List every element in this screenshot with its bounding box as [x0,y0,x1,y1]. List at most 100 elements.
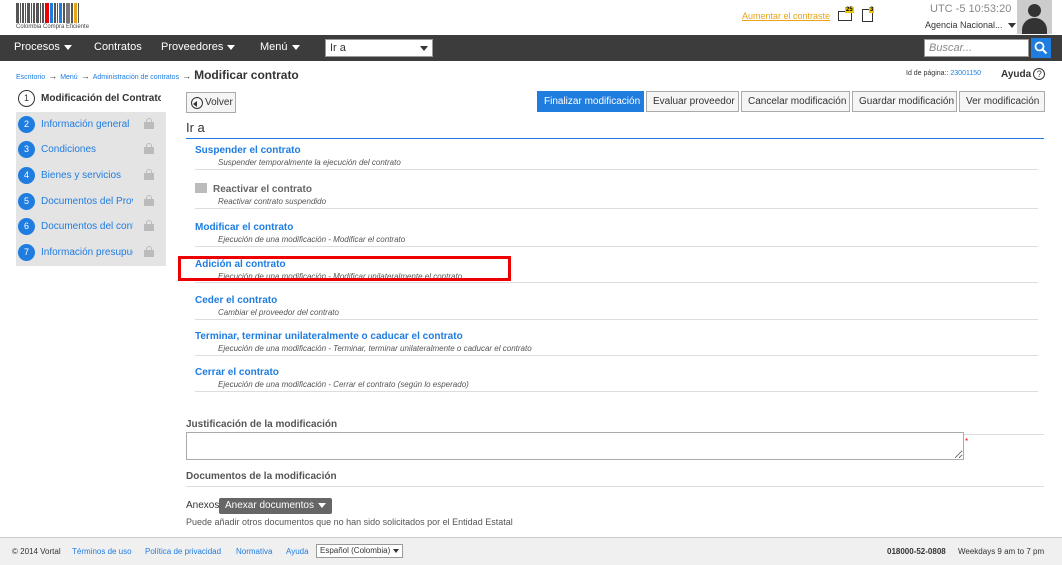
action-modify[interactable]: Modificar el contrato Ejecución de una m… [195,222,1038,247]
attach-documents-button[interactable]: Anexar documentos [219,498,332,514]
tasks-notification[interactable]: 3 [862,7,878,23]
step-number: 1 [18,90,35,107]
documents-label: Documentos de la modificación [186,471,1044,487]
breadcrumb-admin-contratos[interactable]: Administración de contratos [93,74,179,81]
search-icon [1034,41,1048,55]
tasks-count: 3 [869,7,875,13]
step-label: Condiciones [41,144,97,156]
messages-notification[interactable]: 25 [838,7,854,23]
privacy-link[interactable]: Política de privacidad [145,547,221,556]
top-bar: Colombia Compra Eficiente Aumentar el co… [0,0,1062,35]
action-description: Suspender temporalmente la ejecución del… [218,158,401,167]
evaluate-provider-button[interactable]: Evaluar proveedor [646,91,739,112]
caret-down-icon [63,44,72,50]
breadcrumb-escritorio[interactable]: Escritorio [16,74,45,81]
step-1[interactable]: 1 Modificación del Contrato [16,86,166,112]
action-description: Reactivar contrato suspendido [218,197,327,206]
nav-contratos[interactable]: Contratos [94,41,142,53]
nav-label: Proveedores [161,41,224,53]
arrow-left-circle-icon [191,97,203,109]
page-id-value[interactable]: 23001150 [950,70,981,77]
action-title[interactable]: Ceder el contrato [195,295,1038,306]
step-number: 6 [18,218,35,236]
step-label: Bienes y servicios [41,170,122,182]
help-footer-link[interactable]: Ayuda [286,547,309,556]
step-7[interactable]: 7 Información presupue... [16,240,166,266]
page-id-label: Id de página:: [906,70,949,77]
action-title[interactable]: Cerrar el contrato [195,367,1038,378]
nav-proveedores[interactable]: Proveedores [161,41,236,53]
arrow-right-icon: → [80,71,90,81]
action-description: Ejecución de una modificación - Modifica… [218,235,406,244]
step-number: 4 [18,167,35,185]
anexos-note: Puede añadir otros documentos que no han… [186,517,513,527]
lock-icon [195,183,207,193]
back-button[interactable]: Volver [186,92,236,113]
help-link[interactable]: Ayuda? [1001,68,1046,80]
step-6[interactable]: 6 Documentos del contr... [16,214,166,241]
nav-menu[interactable]: Menú [260,41,300,53]
step-number: 3 [18,141,35,159]
ira-select[interactable]: Ir a [325,39,433,57]
required-mark: * [965,437,969,446]
action-description: Cambiar el proveedor del contrato [218,308,339,317]
action-close[interactable]: Cerrar el contrato Ejecución de una modi… [195,367,1038,392]
help-label: Ayuda [1001,69,1032,80]
steps-sidebar: 1 Modificación del Contrato 2 Informació… [16,86,166,266]
step-2[interactable]: 2 Información general [16,111,166,138]
action-title[interactable]: Modificar el contrato [195,222,1038,233]
caret-down-icon [291,44,300,50]
cancel-modification-button[interactable]: Cancelar modificación [741,91,850,112]
view-modification-button[interactable]: Ver modificación [959,91,1045,112]
language-select[interactable]: Español (Colombia) [316,544,404,558]
page-title: Modificar contrato [194,68,299,82]
action-title[interactable]: Terminar, terminar unilateralmente o cad… [195,331,1038,342]
action-title[interactable]: Suspender el contrato [195,145,1038,156]
page-id: Id de página:: 23001150 [906,70,981,77]
action-title: Reactivar el contrato [213,184,312,195]
nav-label: Procesos [14,41,60,53]
step-number: 2 [18,115,35,133]
main-nav: Procesos Contratos Proveedores Menú Ir a… [0,35,1062,61]
anexos-label: Anexos [186,500,220,511]
normativa-link[interactable]: Normativa [236,547,272,556]
lock-icon [144,220,154,232]
lock-icon [144,169,154,181]
search-input[interactable]: Buscar... [924,39,1029,57]
step-label: Información general [41,118,130,130]
search-button[interactable] [1031,38,1051,58]
step-label: Documentos del Prov... [41,195,133,207]
action-suspend[interactable]: Suspender el contrato Suspender temporal… [195,145,1038,170]
support-phone: 018000-52-0808 [887,547,946,556]
avatar-body [1022,18,1047,34]
terms-link[interactable]: Términos de uso [72,547,132,556]
action-terminate[interactable]: Terminar, terminar unilateralmente o cad… [195,331,1038,356]
ira-section-title: Ir a [186,120,1044,139]
save-modification-button[interactable]: Guardar modificación [852,91,957,112]
step-4[interactable]: 4 Bienes y servicios [16,163,166,189]
finalize-modification-button[interactable]: Finalizar modificación [537,91,644,112]
breadcrumb-menu[interactable]: Menú [60,74,78,81]
copyright: © 2014 Vortal [12,547,61,556]
step-5[interactable]: 5 Documentos del Prov... [16,188,166,215]
nav-procesos[interactable]: Procesos [14,41,72,53]
increase-contrast-link[interactable]: Aumentar el contraste [742,11,830,21]
action-reactivate: Reactivar el contrato Reactivar contrato… [195,183,1038,209]
breadcrumb: Escritorio → Menú → Administración de contra… [16,68,299,82]
justification-textarea[interactable] [186,432,964,460]
logo-bars-icon [16,3,106,23]
lock-icon [144,143,154,155]
lock-icon [144,246,154,258]
highlight-box [178,256,511,281]
logo[interactable]: Colombia Compra Eficiente [16,3,106,31]
attach-documents-label: Anexar documentos [225,500,314,511]
utc-label: UTC -5 [930,3,966,15]
avatar[interactable] [1017,0,1052,34]
step-3[interactable]: 3 Condiciones [16,137,166,164]
step-label: Modificación del Contrato [41,93,161,104]
lock-icon [144,194,154,206]
action-assign[interactable]: Ceder el contrato Cambiar el proveedor d… [195,295,1038,320]
time: 10:53:20 [968,3,1012,15]
question-icon: ? [1033,68,1046,80]
agency-selector[interactable]: Agencia Nacional... [925,20,1017,30]
